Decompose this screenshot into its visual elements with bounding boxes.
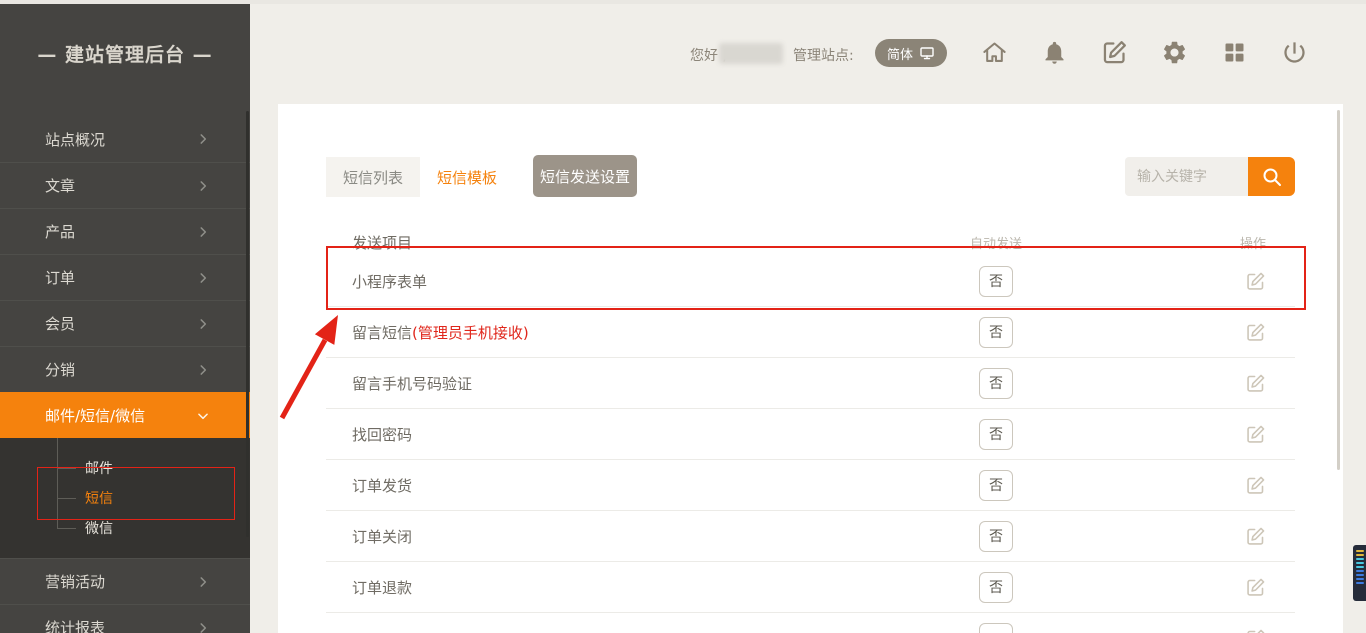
sidebar-item-marketing[interactable]: 营销活动: [0, 558, 250, 604]
app-title: — 建站管理后台 —: [0, 40, 250, 67]
auto-send-toggle[interactable]: 否: [979, 368, 1013, 399]
chevron-right-icon: [196, 575, 210, 589]
apps-grid-icon[interactable]: [1221, 39, 1248, 66]
content-scrollbar[interactable]: [1337, 110, 1340, 470]
chevron-right-icon: [196, 225, 210, 239]
table-row: 留言短信(管理员手机接收) 否: [326, 307, 1295, 358]
sidebar-item-label: 统计报表: [45, 617, 105, 633]
submenu-item-label: 短信: [85, 488, 113, 508]
row-name: 订单退款: [352, 579, 412, 597]
table-row-partial: [326, 613, 1295, 633]
search-icon: [1260, 165, 1284, 189]
tab-bar: 短信列表 短信模板: [326, 157, 514, 197]
browser-top-strip: [0, 0, 1366, 4]
gear-icon[interactable]: [1161, 39, 1188, 66]
auto-send-toggle[interactable]: 否: [979, 419, 1013, 450]
edit-icon[interactable]: [1245, 526, 1266, 547]
table-row: 订单关闭 否: [326, 511, 1295, 562]
chevron-right-icon: [196, 363, 210, 377]
floating-toolbar-widget: [1353, 545, 1366, 601]
sidebar-item-label: 分销: [45, 359, 75, 380]
edit-icon[interactable]: [1245, 424, 1266, 445]
submenu-item-label: 邮件: [85, 458, 113, 478]
chevron-down-icon: [196, 409, 210, 423]
auto-send-toggle[interactable]: 否: [979, 572, 1013, 603]
sms-template-table: 发送项目 自动发送 操作 小程序表单 否 留言短信(管理员手机接收) 否 留言手…: [326, 228, 1295, 633]
sidebar-item-distribution[interactable]: 分销: [0, 346, 250, 392]
row-name: 留言手机号码验证: [352, 375, 472, 393]
table-row: 小程序表单 否: [326, 256, 1295, 307]
search-bar: [1125, 157, 1295, 196]
edit-icon[interactable]: [1245, 322, 1266, 343]
sidebar-item-label: 邮件/短信/微信: [45, 405, 145, 426]
tab-sms-list[interactable]: 短信列表: [326, 157, 420, 197]
row-name: 订单关闭: [352, 528, 412, 546]
submenu-item-wechat[interactable]: 微信: [0, 513, 250, 543]
edit-icon[interactable]: [1245, 271, 1266, 292]
sidebar-scrollbar[interactable]: [246, 111, 249, 537]
table-header: 发送项目 自动发送 操作: [326, 228, 1295, 256]
row-name: 留言短信: [352, 324, 412, 342]
sidebar-item-label: 会员: [45, 313, 75, 334]
compose-icon[interactable]: [1101, 39, 1128, 66]
home-icon[interactable]: [981, 39, 1008, 66]
edit-icon[interactable]: [1245, 577, 1266, 598]
row-name: 找回密码: [352, 426, 412, 444]
chevron-right-icon: [196, 132, 210, 146]
redacted-username: [719, 43, 783, 64]
language-pill[interactable]: 简体: [875, 39, 947, 67]
sidebar-item-label: 文章: [45, 175, 75, 196]
edit-icon[interactable]: [1245, 628, 1266, 633]
sidebar-item-label: 产品: [45, 221, 75, 242]
edit-icon[interactable]: [1245, 475, 1266, 496]
sidebar-item-label: 营销活动: [45, 571, 105, 592]
sidebar-item-orders[interactable]: 订单: [0, 254, 250, 300]
search-input[interactable]: [1125, 157, 1248, 196]
content-panel: 短信列表 短信模板 短信发送设置 发送项目 自动发送 操作 小程序表单 否 留言…: [278, 104, 1343, 633]
chevron-right-icon: [196, 271, 210, 285]
tab-sms-template[interactable]: 短信模板: [420, 157, 514, 197]
table-row: 找回密码 否: [326, 409, 1295, 460]
language-label: 简体: [887, 44, 913, 63]
sidebar-item-mail-sms-wechat[interactable]: 邮件/短信/微信: [0, 392, 250, 438]
column-header-send-item: 发送项目: [326, 232, 936, 253]
column-header-actions: 操作: [1056, 233, 1295, 252]
auto-send-toggle[interactable]: 否: [979, 317, 1013, 348]
table-row: 订单发货 否: [326, 460, 1295, 511]
chevron-right-icon: [196, 317, 210, 331]
auto-send-toggle[interactable]: 否: [979, 521, 1013, 552]
edit-icon[interactable]: [1245, 373, 1266, 394]
submenu-item-label: 微信: [85, 518, 113, 538]
submenu-item-sms[interactable]: 短信: [0, 483, 250, 513]
sidebar-item-members[interactable]: 会员: [0, 300, 250, 346]
column-header-auto-send: 自动发送: [936, 233, 1056, 252]
submenu-item-mail[interactable]: 邮件: [0, 453, 250, 483]
sms-send-settings-button[interactable]: 短信发送设置: [533, 155, 637, 197]
sidebar-item-statistics[interactable]: 统计报表: [0, 604, 250, 633]
chevron-right-icon: [196, 621, 210, 633]
manage-site-label: 管理站点:: [793, 45, 854, 65]
power-icon[interactable]: [1281, 39, 1308, 66]
sidebar-submenu: 邮件 短信 微信: [0, 438, 250, 558]
sidebar-nav: 站点概况 文章 产品 订单 会员 分销 邮件/短信/微信: [0, 116, 250, 633]
chevron-right-icon: [196, 179, 210, 193]
auto-send-toggle[interactable]: 否: [979, 470, 1013, 501]
sidebar-item-label: 订单: [45, 267, 75, 288]
row-note: (管理员手机接收): [412, 324, 529, 342]
header-icon-row: [981, 39, 1308, 66]
auto-send-toggle[interactable]: [979, 623, 1013, 633]
table-row: 订单退款 否: [326, 562, 1295, 613]
bell-icon[interactable]: [1041, 39, 1068, 66]
sidebar: — 建站管理后台 — 站点概况 文章 产品 订单 会员 分销 邮件/短信/微信: [0, 4, 250, 633]
sidebar-item-site-overview[interactable]: 站点概况: [0, 116, 250, 162]
sidebar-item-label: 站点概况: [45, 129, 105, 150]
search-button[interactable]: [1248, 157, 1295, 196]
table-row: 留言手机号码验证 否: [326, 358, 1295, 409]
row-name: 订单发货: [352, 477, 412, 495]
row-name: 小程序表单: [352, 273, 427, 291]
sidebar-item-products[interactable]: 产品: [0, 208, 250, 254]
monitor-icon: [919, 45, 935, 61]
sidebar-item-articles[interactable]: 文章: [0, 162, 250, 208]
auto-send-toggle[interactable]: 否: [979, 266, 1013, 297]
